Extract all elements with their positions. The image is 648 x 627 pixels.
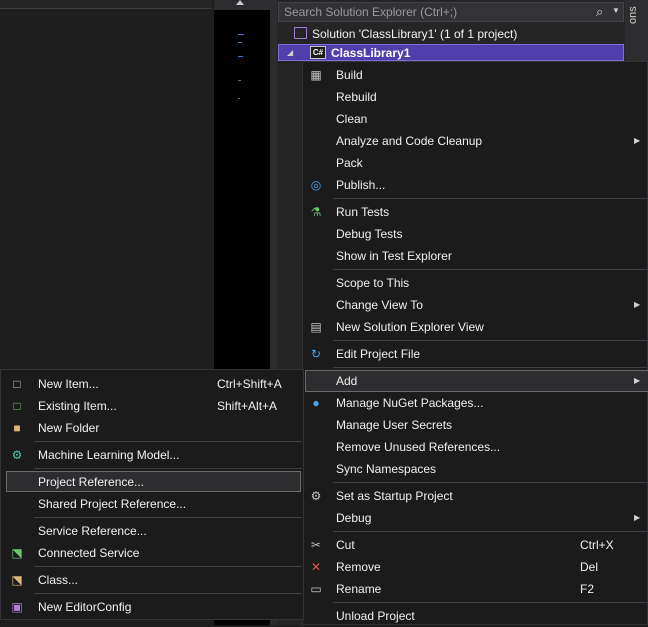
menu-separator bbox=[34, 517, 302, 518]
menu-item-add[interactable]: Add ▶ bbox=[303, 370, 647, 392]
submenu-item-new-folder[interactable]: ■ New Folder bbox=[1, 417, 303, 439]
submenu-arrow-icon: ▶ bbox=[634, 136, 641, 145]
menu-item-set-as-startup-project[interactable]: ⚙ Set as Startup Project bbox=[303, 485, 647, 507]
menu-item-analyze[interactable]: Analyze and Code Cleanup ▶ bbox=[303, 130, 647, 152]
project-context-menu: ▦ Build Rebuild Clean Analyze and Code C… bbox=[302, 61, 648, 625]
search-icon[interactable]: ⌕ bbox=[596, 4, 603, 20]
menu-item-unload-project[interactable]: Unload Project bbox=[303, 605, 647, 627]
scroll-up-arrow-icon[interactable] bbox=[236, 0, 244, 5]
submenu-arrow-icon: ▶ bbox=[634, 513, 641, 522]
submenu-item-connected-service[interactable]: ⬔ Connected Service bbox=[1, 542, 303, 564]
menu-item-remove[interactable]: ✕ Remove Del bbox=[303, 556, 647, 578]
menu-item-edit-project-file[interactable]: ↻ Edit Project File bbox=[303, 343, 647, 365]
gear-icon: ⚙ bbox=[310, 489, 322, 503]
menu-item-rebuild[interactable]: Rebuild bbox=[303, 86, 647, 108]
menu-separator bbox=[333, 602, 647, 603]
menu-item-pack[interactable]: Pack bbox=[303, 152, 647, 174]
minimap-mark bbox=[238, 56, 243, 57]
editor-tab-strip bbox=[0, 0, 212, 9]
new-view-icon: ▤ bbox=[310, 320, 322, 334]
menu-item-sync-namespaces[interactable]: Sync Namespaces bbox=[303, 458, 647, 480]
project-tree-row-selected[interactable] bbox=[278, 44, 624, 61]
ml-model-icon: ⚙ bbox=[11, 448, 23, 462]
menu-item-manage-user-secrets[interactable]: Manage User Secrets bbox=[303, 414, 647, 436]
globe-icon: ◎ bbox=[310, 178, 322, 192]
menu-separator bbox=[333, 198, 647, 199]
csharp-project-icon: C# bbox=[310, 46, 326, 59]
project-label: ClassLibrary1 bbox=[331, 46, 411, 60]
menu-item-publish[interactable]: ◎ Publish... bbox=[303, 174, 647, 196]
solution-icon bbox=[294, 27, 307, 39]
menu-separator bbox=[34, 441, 302, 442]
menu-item-new-solution-explorer-view[interactable]: ▤ New Solution Explorer View bbox=[303, 316, 647, 338]
submenu-item-existing-item[interactable]: □ Existing Item... Shift+Alt+A bbox=[1, 395, 303, 417]
minimap-mark bbox=[238, 80, 241, 81]
menu-separator bbox=[333, 269, 647, 270]
nuget-icon: ● bbox=[312, 396, 320, 410]
editorconfig-icon: ▣ bbox=[11, 600, 23, 614]
menu-item-build[interactable]: ▦ Build bbox=[303, 64, 647, 86]
menu-item-run-tests[interactable]: ⚗ Run Tests bbox=[303, 201, 647, 223]
submenu-item-shared-project-reference[interactable]: Shared Project Reference... bbox=[1, 493, 303, 515]
menu-separator bbox=[333, 482, 647, 483]
submenu-item-project-reference[interactable]: Project Reference... bbox=[1, 471, 303, 493]
test-flask-icon: ⚗ bbox=[310, 205, 322, 219]
menu-separator bbox=[333, 340, 647, 341]
search-placeholder[interactable]: Search Solution Explorer (Ctrl+;) bbox=[284, 5, 457, 19]
menu-separator bbox=[333, 367, 647, 368]
menu-item-debug[interactable]: Debug ▶ bbox=[303, 507, 647, 529]
build-icon: ▦ bbox=[310, 68, 322, 82]
menu-separator bbox=[34, 593, 302, 594]
minimap-mark bbox=[238, 42, 242, 43]
solution-label: Solution 'ClassLibrary1' (1 of 1 project… bbox=[312, 27, 518, 41]
connected-service-icon: ⬔ bbox=[11, 546, 23, 560]
minimap-mark bbox=[238, 34, 244, 35]
submenu-item-ml-model[interactable]: ⚙ Machine Learning Model... bbox=[1, 444, 303, 466]
menu-item-show-in-test-explorer[interactable]: Show in Test Explorer bbox=[303, 245, 647, 267]
menu-item-cut[interactable]: ✂ Cut Ctrl+X bbox=[303, 534, 647, 556]
side-tab-label[interactable]: ons bbox=[627, 2, 647, 24]
submenu-item-class[interactable]: ⬔ Class... bbox=[1, 569, 303, 591]
folder-icon: ■ bbox=[13, 421, 21, 435]
new-item-icon: □ bbox=[13, 377, 21, 391]
scissors-icon: ✂ bbox=[310, 538, 322, 552]
menu-item-change-view-to[interactable]: Change View To ▶ bbox=[303, 294, 647, 316]
class-icon: ⬔ bbox=[11, 573, 23, 587]
refresh-arrow-icon: ↻ bbox=[310, 347, 322, 361]
menu-separator bbox=[34, 468, 302, 469]
menu-item-scope-to-this[interactable]: Scope to This bbox=[303, 272, 647, 294]
menu-item-debug-tests[interactable]: Debug Tests bbox=[303, 223, 647, 245]
existing-item-icon: □ bbox=[13, 399, 21, 413]
menu-item-clean[interactable]: Clean bbox=[303, 108, 647, 130]
submenu-item-new-item[interactable]: □ New Item... Ctrl+Shift+A bbox=[1, 373, 303, 395]
submenu-arrow-icon: ▶ bbox=[634, 300, 641, 309]
minimap-mark bbox=[238, 98, 240, 99]
menu-item-rename[interactable]: ▭ Rename F2 bbox=[303, 578, 647, 600]
menu-item-remove-unused-references[interactable]: Remove Unused References... bbox=[303, 436, 647, 458]
submenu-arrow-icon: ▶ bbox=[634, 376, 641, 385]
add-submenu: □ New Item... Ctrl+Shift+A □ Existing It… bbox=[0, 369, 304, 620]
x-icon: ✕ bbox=[310, 560, 322, 574]
submenu-item-service-reference[interactable]: Service Reference... bbox=[1, 520, 303, 542]
expand-triangle-icon[interactable]: ◢ bbox=[287, 48, 293, 57]
rename-icon: ▭ bbox=[310, 582, 322, 596]
menu-item-manage-nuget[interactable]: ● Manage NuGet Packages... bbox=[303, 392, 647, 414]
submenu-item-new-editorconfig[interactable]: ▣ New EditorConfig bbox=[1, 596, 303, 618]
menu-separator bbox=[333, 531, 647, 532]
search-options-chevron-down-icon[interactable]: ▼ bbox=[612, 6, 620, 15]
menu-separator bbox=[34, 566, 302, 567]
